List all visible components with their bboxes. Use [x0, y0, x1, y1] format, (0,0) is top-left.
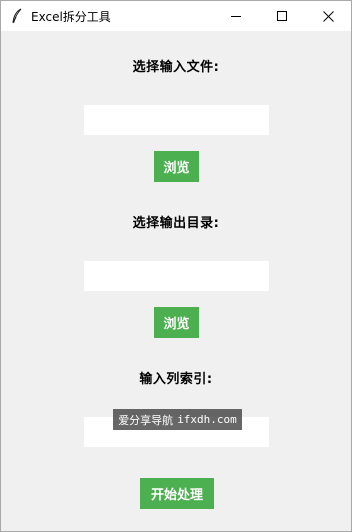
- title-bar[interactable]: Excel拆分工具: [1, 1, 351, 31]
- output-dir-field[interactable]: [84, 261, 269, 291]
- close-icon: [322, 7, 334, 26]
- window-controls: [213, 1, 351, 31]
- close-button[interactable]: [305, 1, 351, 31]
- maximize-button[interactable]: [259, 1, 305, 31]
- minimize-icon: [230, 7, 242, 26]
- form-area: 选择输入文件: 浏览 选择输出目录: 浏览 输入列索引: 开始处理: [1, 31, 351, 531]
- input-file-label: 选择输入文件:: [132, 60, 220, 75]
- output-dir-label: 选择输出目录:: [132, 216, 220, 231]
- window-title: Excel拆分工具: [31, 9, 111, 24]
- input-file-field[interactable]: [84, 105, 269, 135]
- column-index-label: 输入列索引:: [139, 372, 213, 387]
- watermark-overlay: 爱分享导航 ifxdh.com: [113, 409, 242, 430]
- app-window: Excel拆分工具 选择输入文件: 浏览 选择输出目录: 浏览 输入列索引: 开…: [0, 0, 352, 532]
- start-button[interactable]: 开始处理: [140, 478, 214, 509]
- output-browse-button[interactable]: 浏览: [154, 307, 199, 338]
- watermark-domain: ifxdh.com: [177, 413, 237, 426]
- minimize-button[interactable]: [213, 1, 259, 31]
- watermark-text: 爱分享导航: [118, 413, 174, 427]
- feather-icon: [9, 8, 25, 24]
- maximize-icon: [276, 7, 288, 26]
- input-browse-button[interactable]: 浏览: [154, 151, 199, 182]
